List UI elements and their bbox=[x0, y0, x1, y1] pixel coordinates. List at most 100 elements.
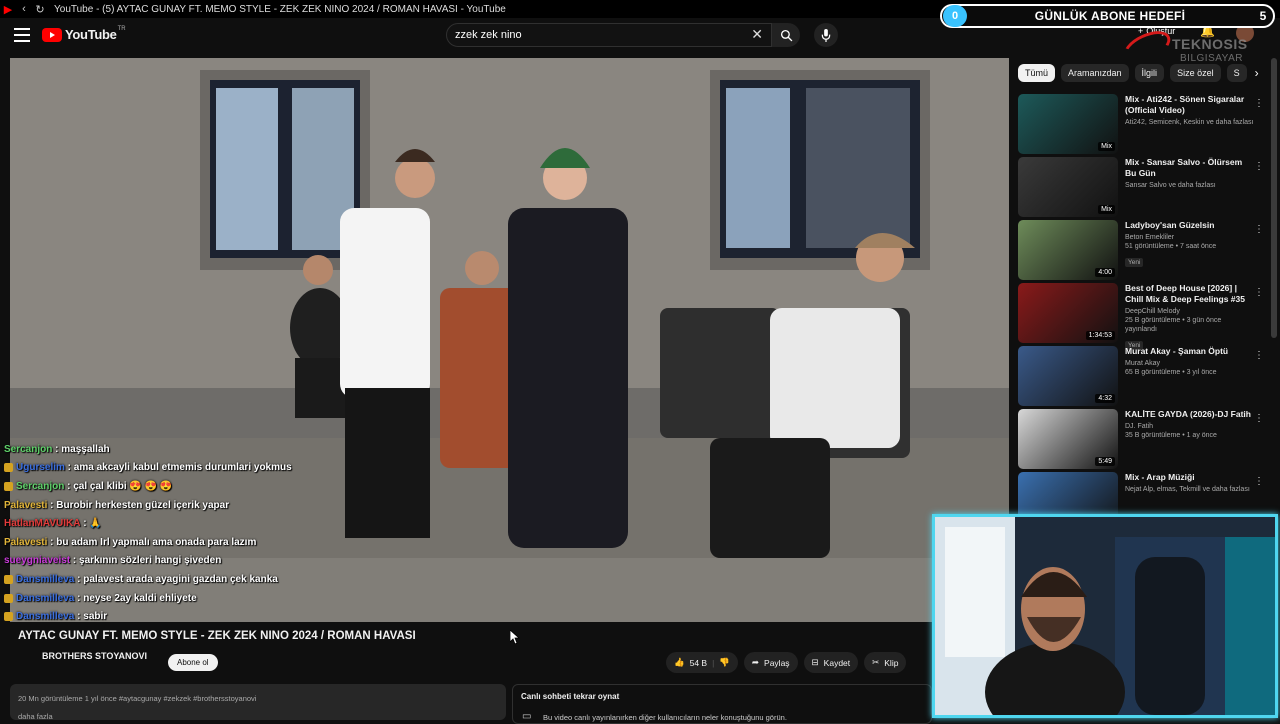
video-channel[interactable]: DeepChill Melody bbox=[1125, 307, 1255, 316]
chat-replay-panel[interactable]: Canlı sohbeti tekrar oynat Bu video canl… bbox=[512, 684, 932, 724]
chat-message: HatlanMAVUIKA : 🙏 bbox=[4, 514, 524, 533]
recommendation-item[interactable]: 4:00 Ladyboy'san Güzelsin Beton Emekliler 5… bbox=[1018, 220, 1270, 283]
chat-username: Sercanjon bbox=[4, 443, 53, 455]
chat-icon: ▭ bbox=[522, 711, 532, 722]
chat-text: 🙏 bbox=[89, 518, 102, 530]
video-thumbnail[interactable]: Mix bbox=[1018, 94, 1118, 154]
chip[interactable]: S bbox=[1226, 64, 1247, 82]
video-thumbnail[interactable]: 4:00 bbox=[1018, 220, 1118, 280]
more-options-icon[interactable]: ⋮ bbox=[1254, 350, 1264, 361]
more-options-icon[interactable]: ⋮ bbox=[1254, 287, 1264, 298]
chat-username: Dansmilleva bbox=[16, 592, 75, 604]
voice-search-button[interactable] bbox=[814, 23, 838, 47]
video-thumbnail[interactable]: 5:49 bbox=[1018, 409, 1118, 469]
video-thumbnail[interactable]: 1:34:53 bbox=[1018, 283, 1118, 343]
thumbs-down-icon[interactable]: 👎 bbox=[719, 657, 730, 668]
chat-message: Palavesti : Burobir herkesten güzel içer… bbox=[4, 496, 524, 515]
chat-text: ama akcayli kabul etmemis durumlari yokm… bbox=[73, 462, 292, 474]
youtube-logo[interactable]: YouTube TR bbox=[42, 26, 126, 42]
video-title[interactable]: Mix - Ati242 - Sönen Sigaralar (Official… bbox=[1125, 94, 1255, 116]
scissors-icon: ✂ bbox=[872, 657, 880, 667]
chat-message: Ugurselim : ama akcayli kabul etmemis du… bbox=[4, 459, 524, 478]
sidebar-scrollbar[interactable] bbox=[1271, 58, 1277, 338]
subscribe-button[interactable]: Abone ol bbox=[168, 654, 218, 671]
chat-separator: : bbox=[47, 536, 57, 548]
chat-username: sueygniaveist bbox=[4, 555, 71, 567]
video-title[interactable]: Mix - Arap Müziği bbox=[1125, 472, 1255, 483]
clip-label: Klip bbox=[884, 657, 899, 668]
clip-button[interactable]: ✂ Klip bbox=[864, 652, 907, 673]
like-button[interactable]: 👍 54 B | 👎 bbox=[666, 652, 738, 673]
video-title: AYTAC GUNAY FT. MEMO STYLE - ZEK ZEK NIN… bbox=[18, 630, 416, 642]
chat-username: Palavesti bbox=[4, 499, 48, 511]
chat-separator: : bbox=[52, 443, 62, 455]
chat-separator: : bbox=[64, 480, 74, 492]
video-channel[interactable]: Sansar Salvo ve daha fazlası bbox=[1125, 181, 1255, 190]
member-badge-icon bbox=[4, 612, 13, 622]
video-thumbnail[interactable]: Mix bbox=[1018, 157, 1118, 217]
chat-separator: : bbox=[74, 611, 84, 623]
video-title[interactable]: Murat Akay - Şaman Öptü bbox=[1125, 346, 1255, 357]
chat-message: Palavesti : bu adam Irl yapmalı ama onad… bbox=[4, 533, 524, 552]
play-logo-icon bbox=[42, 27, 62, 42]
video-title[interactable]: KALİTE GAYDA (2026)-DJ Fatih bbox=[1125, 409, 1255, 420]
more-options-icon[interactable]: ⋮ bbox=[1254, 161, 1264, 172]
member-badge-icon bbox=[4, 574, 13, 584]
menu-icon[interactable] bbox=[14, 28, 30, 42]
more-options-icon[interactable]: ⋮ bbox=[1254, 413, 1264, 424]
video-thumbnail[interactable]: 4:32 bbox=[1018, 346, 1118, 406]
video-channel[interactable]: Beton Emekliler bbox=[1125, 233, 1255, 242]
chat-separator: : bbox=[70, 555, 80, 567]
thumbs-up-icon: 👍 bbox=[674, 657, 685, 667]
chip[interactable]: Aramanızdan bbox=[1061, 64, 1129, 82]
chips-next-icon[interactable]: › bbox=[1255, 66, 1259, 80]
video-channel[interactable]: Ati242, Semicenk, Keskin ve daha fazlası bbox=[1125, 118, 1255, 127]
save-button[interactable]: ⊟ Kaydet bbox=[803, 652, 859, 673]
chip[interactable]: Tümü bbox=[1018, 64, 1056, 82]
video-info-area: AYTAC GUNAY FT. MEMO STYLE - ZEK ZEK NIN… bbox=[0, 622, 1009, 724]
chat-text: Burobir herkesten güzel içerik yapar bbox=[56, 499, 230, 511]
video-meta: 51 görüntüleme • 7 saat önce bbox=[1125, 243, 1217, 250]
recommendation-item[interactable]: Mix Mix - Ati242 - Sönen Sigaralar (Offic… bbox=[1018, 94, 1270, 157]
chat-username: Dansmilleva bbox=[16, 573, 75, 585]
chat-username: Ugurselim bbox=[16, 462, 65, 474]
streamer-webcam bbox=[932, 514, 1278, 718]
description-box[interactable]: 20 Mn görüntüleme 1 yıl önce #aytacgunay… bbox=[10, 684, 506, 721]
search-button[interactable] bbox=[772, 23, 800, 47]
video-duration: Mix bbox=[1098, 205, 1115, 214]
chat-message: sueygniaveist : şarkının sözleri hangi ş… bbox=[4, 552, 524, 571]
reload-icon[interactable]: ↻ bbox=[32, 3, 48, 16]
video-info: Ladyboy'san Güzelsin Beton Emekliler 51 gö… bbox=[1125, 220, 1255, 283]
video-meta: 25 B görüntüleme • 3 gün önce yayınlandı bbox=[1125, 317, 1222, 333]
chip[interactable]: Size özel bbox=[1170, 64, 1221, 82]
video-title[interactable]: Best of Deep House [2026] | Chill Mix & … bbox=[1125, 283, 1255, 305]
recommendation-item[interactable]: 5:49 KALİTE GAYDA (2026)-DJ Fatih DJ. Fati… bbox=[1018, 409, 1270, 472]
chat-username: HatlanMAVUIKA bbox=[4, 518, 81, 530]
webcam-frame bbox=[935, 517, 1275, 715]
recommendation-item[interactable]: 4:32 Murat Akay - Şaman Öptü Murat Akay 65 … bbox=[1018, 346, 1270, 409]
member-badge-icon bbox=[4, 593, 13, 603]
chat-username: Sercanjon bbox=[16, 480, 65, 492]
recommendations-list: Mix Mix - Ati242 - Sönen Sigaralar (Offic… bbox=[1018, 94, 1270, 535]
chip[interactable]: İlgili bbox=[1134, 64, 1165, 82]
share-button[interactable]: ➦ Paylaş bbox=[743, 652, 798, 673]
video-meta: 65 B görüntüleme • 3 yıl önce bbox=[1125, 369, 1217, 376]
chat-text: maşşallah bbox=[61, 443, 110, 455]
more-options-icon[interactable]: ⋮ bbox=[1254, 224, 1264, 235]
video-channel[interactable]: Nejat Alp, elmas, Tekmill ve daha fazlas… bbox=[1125, 485, 1255, 494]
channel-name[interactable]: BROTHERS STOYANOVI bbox=[42, 651, 147, 661]
back-icon[interactable]: ‹ bbox=[16, 3, 32, 15]
more-options-icon[interactable]: ⋮ bbox=[1254, 476, 1264, 487]
video-duration: 4:32 bbox=[1095, 394, 1115, 403]
video-title[interactable]: Ladyboy'san Güzelsin bbox=[1125, 220, 1255, 231]
window-title: YouTube - (5) AYTAC GUNAY FT. MEMO STYLE… bbox=[54, 3, 506, 15]
recommendation-item[interactable]: Mix Mix - Sansar Salvo - Ölürsem Bu Gün Sa… bbox=[1018, 157, 1270, 220]
chat-message: Dansmilleva : palavest arada ayagini gaz… bbox=[4, 570, 524, 589]
clear-search-icon[interactable]: ✕ bbox=[751, 26, 763, 43]
video-channel[interactable]: DJ. Fatih bbox=[1125, 422, 1255, 431]
search-input[interactable]: zzek zek nino ✕ bbox=[446, 23, 772, 47]
recommendation-item[interactable]: 1:34:53 Best of Deep House [2026] | Chill… bbox=[1018, 283, 1270, 350]
video-title[interactable]: Mix - Sansar Salvo - Ölürsem Bu Gün bbox=[1125, 157, 1255, 179]
video-channel[interactable]: Murat Akay bbox=[1125, 359, 1255, 368]
more-options-icon[interactable]: ⋮ bbox=[1254, 98, 1264, 109]
